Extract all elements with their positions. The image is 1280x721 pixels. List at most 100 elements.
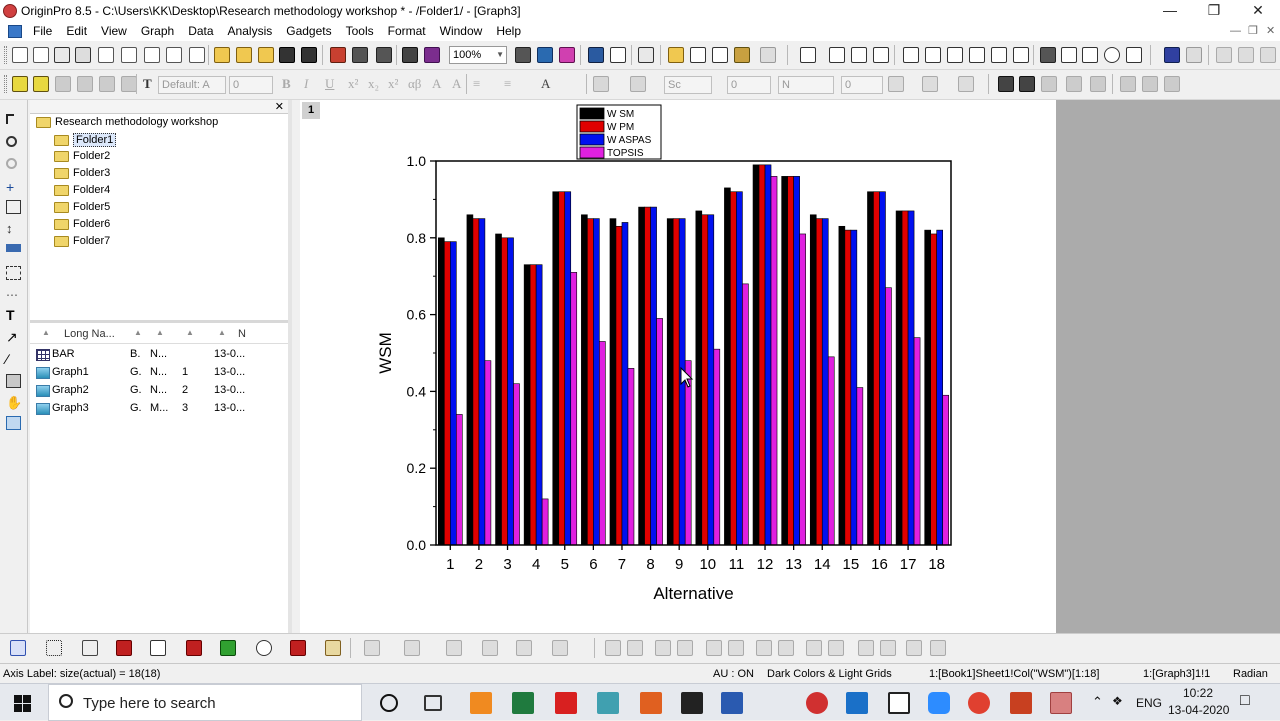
contour-icon[interactable] xyxy=(482,640,498,656)
dropbox-icon[interactable]: ❖ xyxy=(1112,694,1123,708)
close-icon[interactable]: ✕ xyxy=(1236,0,1280,21)
rectangle-tool-icon[interactable] xyxy=(6,374,21,388)
scale-bar-icon[interactable] xyxy=(1082,47,1098,63)
script-window-icon[interactable] xyxy=(690,47,706,63)
menu-graph[interactable]: Graph xyxy=(134,21,181,41)
acrobat-icon[interactable] xyxy=(555,692,577,714)
font-size-select[interactable]: 0 xyxy=(229,76,273,94)
export-page-icon[interactable] xyxy=(559,47,575,63)
normalize-icon[interactable] xyxy=(121,76,137,92)
distribute-icon[interactable] xyxy=(906,640,922,656)
screen-reader-icon[interactable]: + xyxy=(6,180,21,194)
greek-icon[interactable]: αβ xyxy=(408,76,421,92)
region-mask-icon[interactable] xyxy=(6,244,21,252)
statistics-icon[interactable] xyxy=(77,76,93,92)
hide-mask-icon[interactable] xyxy=(1260,47,1276,63)
line-color-icon[interactable] xyxy=(630,76,646,92)
border-width-select[interactable]: N xyxy=(778,76,834,94)
menu-data[interactable]: Data xyxy=(181,21,220,41)
taskbar-search[interactable]: Type here to search xyxy=(48,684,362,721)
add-layer-inset-icon[interactable] xyxy=(903,47,919,63)
front-icon[interactable] xyxy=(756,640,772,656)
list-item[interactable]: Graph2 G. N... 2 13-0... xyxy=(30,382,288,400)
rectangle-select-icon[interactable]: ⋯ xyxy=(6,288,21,302)
region-tool-icon[interactable] xyxy=(6,416,21,430)
graph-window[interactable]: 1 0.0 0.2 0.4 0.6 0.8 1.0 1 2 3 4 5 6 7 8 9 10 11 12 13 14 1… xyxy=(300,100,1056,633)
calculator-icon[interactable] xyxy=(681,692,703,714)
zoom-in-icon[interactable] xyxy=(6,136,17,147)
zoom-select[interactable]: 100% ▼ xyxy=(449,46,507,64)
surface-icon[interactable] xyxy=(446,640,462,656)
subscript-icon[interactable]: x₂ xyxy=(368,76,379,92)
refresh-icon[interactable] xyxy=(588,47,604,63)
app-icon[interactable] xyxy=(597,692,619,714)
list-item[interactable]: Graph1 G. N... 1 13-0... xyxy=(30,364,288,382)
add-table-icon[interactable] xyxy=(1013,47,1029,63)
line-width-select[interactable]: 0 xyxy=(727,76,771,94)
tree-folder-7[interactable]: Folder7 xyxy=(54,235,110,247)
data-selector-icon[interactable] xyxy=(6,200,21,214)
menu-edit[interactable]: Edit xyxy=(59,21,94,41)
import-single-ascii-icon[interactable] xyxy=(352,47,368,63)
add-column-icon[interactable] xyxy=(760,47,776,63)
new-project-icon[interactable] xyxy=(12,47,28,63)
menu-analysis[interactable]: Analysis xyxy=(221,21,280,41)
list-item[interactable]: Graph3 G. M... 3 13-0... xyxy=(30,400,288,418)
tree-folder-1[interactable]: Folder1 xyxy=(54,133,117,147)
line-tool-icon[interactable]: ∕ xyxy=(6,352,21,366)
unmask-icon[interactable] xyxy=(1186,47,1202,63)
ungroup-icon[interactable] xyxy=(728,640,744,656)
plot-grouped-icon[interactable] xyxy=(1142,76,1158,92)
table-icon[interactable] xyxy=(958,76,974,92)
restore-icon[interactable]: ❐ xyxy=(1192,0,1236,21)
sort-arrow-icon[interactable]: ▲ xyxy=(218,328,226,337)
hand-tool-icon[interactable]: ✋ xyxy=(6,396,22,410)
data-reader-icon[interactable]: ↕ xyxy=(6,222,21,236)
save-icon[interactable] xyxy=(279,47,295,63)
fill-color-icon[interactable] xyxy=(593,76,609,92)
underline-icon[interactable]: U xyxy=(325,76,334,92)
image-plot-icon[interactable] xyxy=(516,640,532,656)
align-right-icon[interactable] xyxy=(627,640,643,656)
sort-col-icon[interactable] xyxy=(1041,76,1057,92)
rescale-icon[interactable] xyxy=(800,47,816,63)
legend-icon[interactable] xyxy=(1040,47,1056,63)
italic-icon[interactable]: I xyxy=(304,76,308,92)
toolbar-grip[interactable] xyxy=(4,75,7,93)
mask-range-icon[interactable] xyxy=(1216,47,1232,63)
mdi-minimize-icon[interactable]: — xyxy=(1230,21,1241,41)
back-icon[interactable] xyxy=(778,640,794,656)
3d-bar-icon[interactable] xyxy=(404,640,420,656)
menu-gadgets[interactable]: Gadgets xyxy=(279,21,338,41)
sort-arrow-icon[interactable]: ▲ xyxy=(42,328,50,337)
backward-icon[interactable] xyxy=(828,640,844,656)
object-properties-icon[interactable] xyxy=(930,640,946,656)
increase-font-icon[interactable]: A xyxy=(432,76,441,92)
date-time-icon[interactable] xyxy=(1104,47,1120,63)
sort-arrow-icon[interactable]: ▲ xyxy=(156,328,164,337)
plot-column-icon[interactable] xyxy=(1066,76,1082,92)
template-library-icon[interactable] xyxy=(325,640,341,656)
import-wizard-icon[interactable] xyxy=(330,47,346,63)
sort-arrow-icon[interactable]: ▲ xyxy=(186,328,194,337)
store-icon[interactable] xyxy=(846,692,868,714)
dictionary-icon[interactable] xyxy=(888,692,910,714)
draw-data-icon[interactable] xyxy=(6,266,21,280)
chrome-icon[interactable] xyxy=(968,692,990,714)
windows-start-icon[interactable] xyxy=(14,695,31,712)
stock-plot-icon[interactable] xyxy=(290,640,306,656)
pie-plot-icon[interactable] xyxy=(256,640,272,656)
line-symbol-plot-icon[interactable] xyxy=(82,640,98,656)
recalculate-icon[interactable] xyxy=(402,47,418,63)
sort-arrow-icon[interactable]: ▲ xyxy=(134,328,142,337)
menu-view[interactable]: View xyxy=(94,21,134,41)
align-bottom-icon[interactable] xyxy=(677,640,693,656)
line-style-select[interactable]: Sc xyxy=(664,76,712,94)
tree-folder-2[interactable]: Folder2 xyxy=(54,150,110,162)
bold-icon[interactable]: B xyxy=(282,76,291,92)
excel-icon[interactable] xyxy=(512,692,534,714)
vector-plot-icon[interactable] xyxy=(552,640,568,656)
layer-settings-icon[interactable] xyxy=(991,47,1007,63)
scatter-plot-icon[interactable] xyxy=(46,640,62,656)
clock-date[interactable]: 13-04-2020 xyxy=(1168,703,1229,717)
